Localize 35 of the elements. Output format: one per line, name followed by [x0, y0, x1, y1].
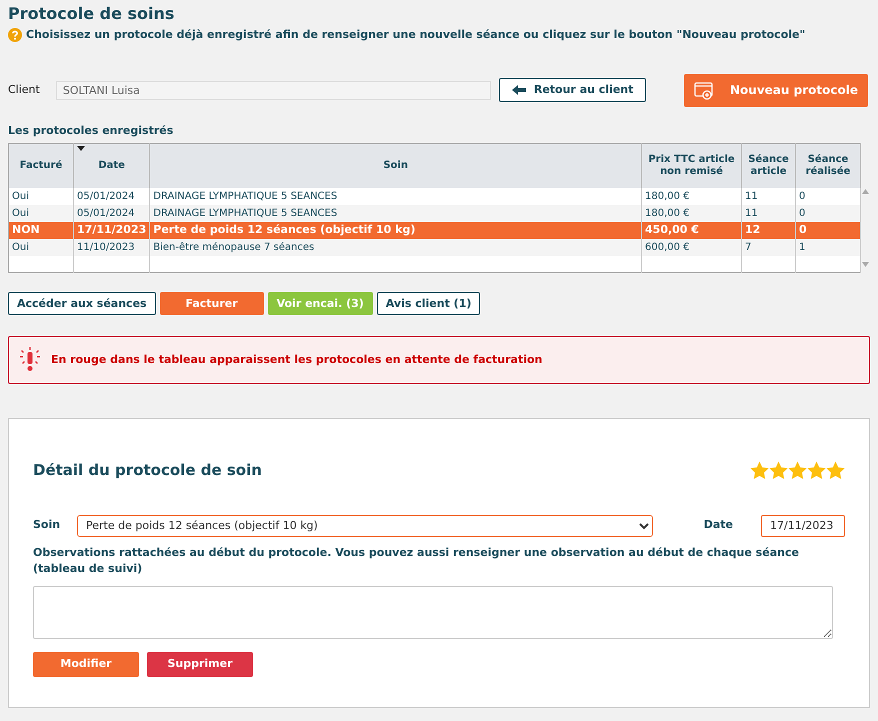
- back-button[interactable]: Retour au client: [498, 78, 646, 102]
- scroll-down-icon: [862, 262, 870, 268]
- date-field[interactable]: 17/11/2023: [761, 514, 845, 537]
- column-header[interactable]: Date: [74, 144, 150, 188]
- help-text: Choisissez un protocole déjà enregistré afin de renseigner une nouvelle séance ou cliquez sur le bouton "Nouveau protocole": [26, 27, 806, 44]
- column-header[interactable]: Séance réalisée: [796, 144, 861, 188]
- arrow-left-icon: [512, 85, 526, 96]
- column-header[interactable]: Facturé: [8, 144, 74, 188]
- action-button[interactable]: Accéder aux séances: [8, 292, 156, 316]
- folder-plus-icon: [694, 80, 714, 100]
- sort-icon: [77, 146, 85, 152]
- section-title: Les protocoles enregistrés: [8, 122, 174, 139]
- star-icon: [769, 460, 788, 480]
- column-header[interactable]: Prix TTC article non remisé: [642, 144, 742, 188]
- observations-label: Observations rattachées au début du protocole. Vous pouvez aussi renseigner une observation au début de chaque séance (tableau de suivi): [33, 544, 800, 578]
- star-icon: [807, 460, 826, 480]
- column-header[interactable]: Soin: [150, 144, 642, 188]
- star-icon: [788, 460, 807, 480]
- client-label: Client: [8, 82, 40, 98]
- help-icon: [8, 28, 22, 42]
- alert-icon: [17, 347, 43, 374]
- observations-field[interactable]: [33, 586, 833, 639]
- client-field[interactable]: SOLTANI Luisa: [56, 80, 491, 100]
- date-label: Date: [704, 517, 733, 534]
- star-icon: [750, 460, 769, 480]
- star-icon: [826, 460, 845, 480]
- form-button[interactable]: Supprimer: [147, 652, 253, 678]
- detail-title: Détail du protocole de soin: [33, 460, 262, 482]
- soin-select[interactable]: Perte de poids 12 séances (objectif 10 kg): [77, 514, 653, 537]
- scroll-up-icon: [862, 189, 870, 194]
- soin-label: Soin: [33, 517, 62, 534]
- action-button[interactable]: Avis client (1): [376, 292, 480, 316]
- page-title: Protocole de soins: [8, 4, 176, 24]
- column-header[interactable]: Séance article: [742, 144, 796, 188]
- alert-message: En rouge dans le tableau apparaissent les protocoles en attente de facturation: [51, 352, 542, 368]
